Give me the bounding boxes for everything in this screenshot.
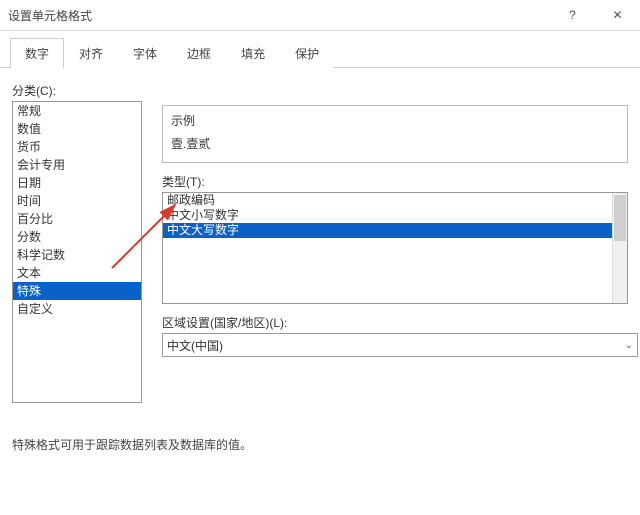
type-scrollbar[interactable] [612, 193, 627, 303]
category-item[interactable]: 文本 [13, 264, 141, 282]
category-item[interactable]: 百分比 [13, 210, 141, 228]
locale-select[interactable]: 中文(中国) ⌄ [162, 333, 638, 357]
type-item[interactable]: 邮政编码 [163, 193, 627, 208]
locale-label: 区域设置(国家/地区)(L): [162, 314, 628, 331]
tab-border[interactable]: 边框 [172, 38, 226, 68]
category-list[interactable]: 常规数值货币会计专用日期时间百分比分数科学记数文本特殊自定义 [12, 101, 142, 403]
category-item[interactable]: 科学记数 [13, 246, 141, 264]
tab-align[interactable]: 对齐 [64, 38, 118, 68]
tab-bar: 数字 对齐 字体 边框 填充 保护 [0, 31, 640, 68]
title-bar: 设置单元格格式 ? ✕ [0, 0, 640, 31]
chevron-down-icon: ⌄ [625, 340, 633, 351]
help-icon: ? [569, 8, 576, 22]
category-item[interactable]: 日期 [13, 174, 141, 192]
tab-number[interactable]: 数字 [10, 38, 64, 68]
right-pane: 示例 壹.壹贰 类型(T): 邮政编码中文小写数字中文大写数字 区域设置(国家/… [162, 101, 628, 357]
description-text: 特殊格式可用于跟踪数据列表及数据库的值。 [12, 436, 252, 453]
close-button[interactable]: ✕ [595, 0, 640, 30]
type-item[interactable]: 中文大写数字 [163, 223, 627, 238]
example-label: 示例 [171, 112, 619, 129]
example-box: 示例 壹.壹贰 [162, 105, 628, 163]
type-item[interactable]: 中文小写数字 [163, 208, 627, 223]
type-label: 类型(T): [162, 173, 628, 190]
category-item[interactable]: 特殊 [13, 282, 141, 300]
close-icon: ✕ [612, 8, 622, 22]
content-pane: 分类(C): 常规数值货币会计专用日期时间百分比分数科学记数文本特殊自定义 示例… [0, 68, 640, 473]
category-item[interactable]: 自定义 [13, 300, 141, 318]
type-list[interactable]: 邮政编码中文小写数字中文大写数字 [162, 192, 628, 304]
type-scrollbar-thumb[interactable] [614, 195, 626, 241]
help-button[interactable]: ? [550, 0, 595, 30]
locale-value: 中文(中国) [167, 337, 223, 354]
category-item[interactable]: 时间 [13, 192, 141, 210]
category-item[interactable]: 分数 [13, 228, 141, 246]
tab-fill[interactable]: 填充 [226, 38, 280, 68]
category-item[interactable]: 数值 [13, 120, 141, 138]
example-value: 壹.壹贰 [171, 135, 619, 152]
window-title: 设置单元格格式 [0, 7, 550, 24]
category-item[interactable]: 常规 [13, 102, 141, 120]
category-item[interactable]: 会计专用 [13, 156, 141, 174]
category-item[interactable]: 货币 [13, 138, 141, 156]
category-label: 分类(C): [12, 82, 628, 99]
tab-font[interactable]: 字体 [118, 38, 172, 68]
tab-protect[interactable]: 保护 [280, 38, 334, 68]
